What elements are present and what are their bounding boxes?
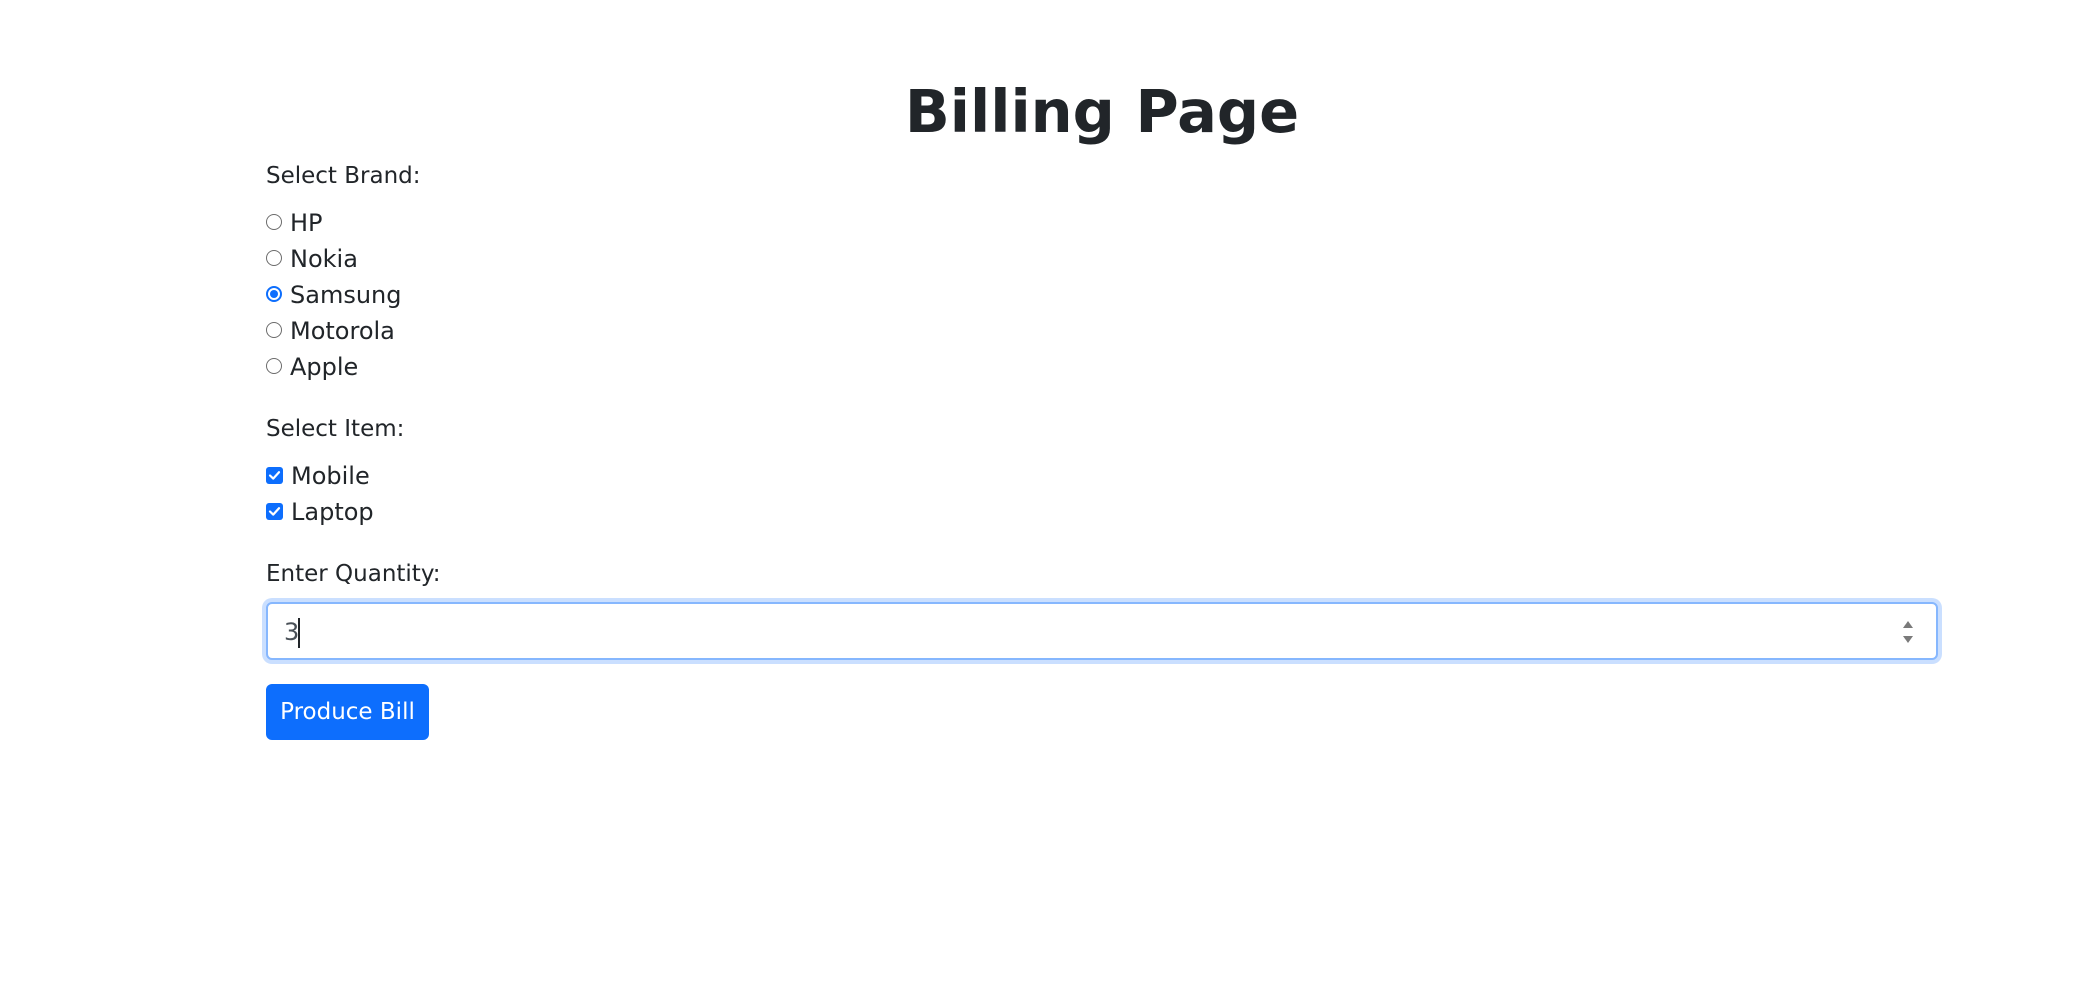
radio-button-motorola[interactable] <box>266 322 282 338</box>
item-option-laptop[interactable]: Laptop <box>266 497 374 527</box>
brand-option-label: Nokia <box>290 245 358 273</box>
radio-button-nokia[interactable] <box>266 250 282 266</box>
item-option-label: Mobile <box>291 462 370 490</box>
brand-option-label: HP <box>290 209 323 237</box>
radio-button-hp[interactable] <box>266 214 282 230</box>
check-icon <box>268 470 281 480</box>
quantity-value: 3 <box>284 618 300 646</box>
item-label: Select Item: <box>266 416 405 442</box>
brand-option-label: Samsung <box>290 281 402 309</box>
radio-button-apple[interactable] <box>266 358 282 374</box>
quantity-input[interactable]: 3 <box>266 602 1938 660</box>
checkbox-mobile[interactable] <box>266 466 283 484</box>
brand-label: Select Brand: <box>266 163 421 189</box>
brand-option-label: Motorola <box>290 317 395 345</box>
check-icon <box>268 506 281 516</box>
item-option-label: Laptop <box>291 498 374 526</box>
page-title: Billing Page <box>904 77 1300 146</box>
number-spinner-icon[interactable] <box>1902 618 1914 646</box>
brand-option-motorola[interactable]: Motorola <box>266 316 395 346</box>
produce-bill-button[interactable]: Produce Bill <box>266 684 429 740</box>
brand-option-label: Apple <box>290 353 359 381</box>
radio-button-samsung[interactable] <box>266 286 282 302</box>
checkbox-laptop[interactable] <box>266 502 283 520</box>
brand-option-samsung[interactable]: Samsung <box>266 280 401 310</box>
text-caret <box>298 618 300 648</box>
brand-option-apple[interactable]: Apple <box>266 352 358 382</box>
quantity-label: Enter Quantity: <box>266 561 441 587</box>
brand-option-hp[interactable]: HP <box>266 208 323 238</box>
item-option-mobile[interactable]: Mobile <box>266 461 370 491</box>
brand-option-nokia[interactable]: Nokia <box>266 244 358 274</box>
